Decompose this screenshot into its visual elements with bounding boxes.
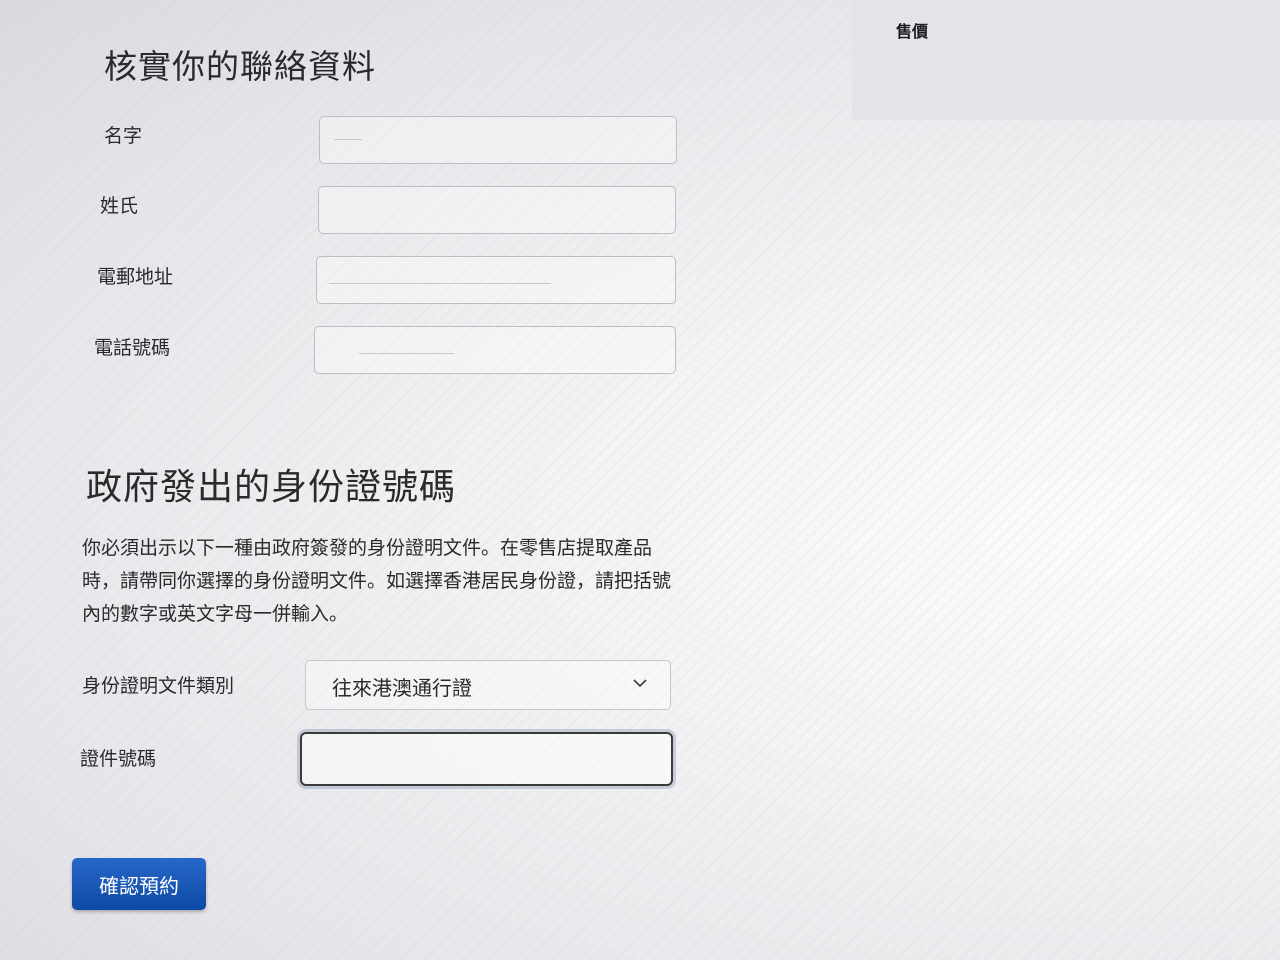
id-type-select[interactable]: 往來港澳通行證	[305, 660, 671, 710]
id-type-label: 身份證明文件類別	[82, 675, 235, 697]
id-number-input[interactable]	[302, 734, 671, 784]
id-type-selected-value: 往來港澳通行證	[332, 676, 472, 700]
price-label: 售價	[896, 22, 929, 41]
email-label: 電郵地址	[97, 266, 174, 288]
government-id-description: 你必須出示以下一種由政府簽發的身份證明文件。在零售店提取產品時，請帶同你選擇的身…	[82, 537, 672, 625]
email-input[interactable]	[316, 256, 676, 304]
redacted-value	[359, 353, 454, 354]
id-number-label: 證件號碼	[80, 748, 157, 770]
id-number-field[interactable]	[300, 732, 673, 786]
last-name-input[interactable]	[318, 186, 676, 234]
confirm-reservation-button[interactable]: 確認預約	[72, 858, 206, 910]
government-id-section-title: 政府發出的身份證號碼	[86, 467, 457, 508]
first-name-label: 名字	[104, 125, 143, 147]
phone-label: 電話號碼	[94, 337, 171, 359]
chevron-down-icon	[633, 679, 647, 688]
redacted-value	[334, 139, 362, 140]
order-summary-panel: 售價	[852, 0, 1280, 120]
last-name-label: 姓氏	[100, 195, 139, 217]
contact-section-title: 核實你的聯絡資料	[104, 47, 376, 86]
redacted-value	[329, 283, 551, 284]
first-name-input[interactable]	[319, 116, 677, 164]
phone-input[interactable]	[314, 326, 676, 374]
